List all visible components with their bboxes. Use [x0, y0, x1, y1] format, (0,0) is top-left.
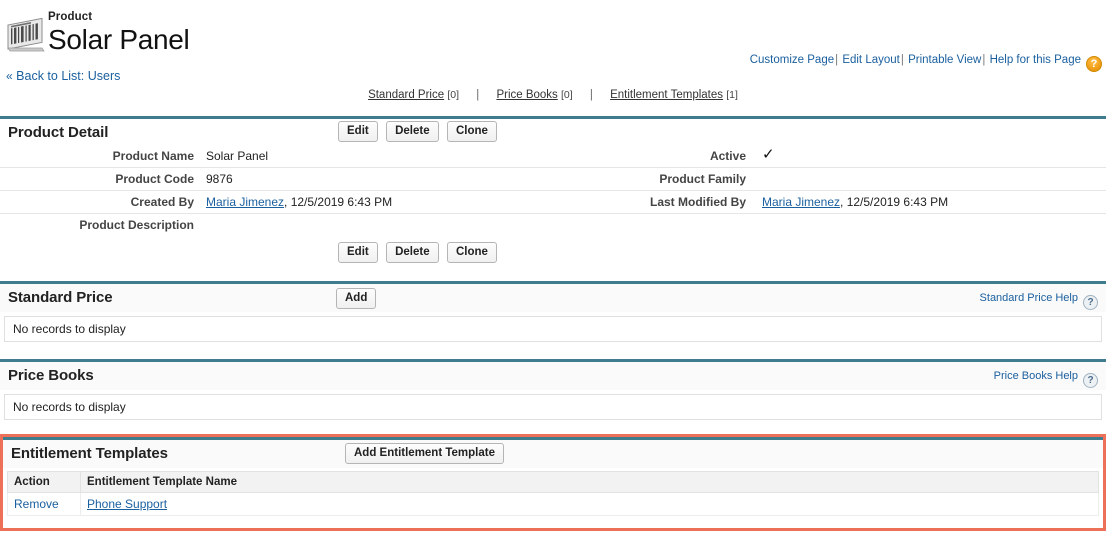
product-detail-title: Product Detail — [8, 124, 109, 141]
price-books-header: Price Books Price Books Help? — [0, 362, 1106, 390]
link-separator-1: | — [835, 54, 839, 66]
barcode-product-icon — [7, 18, 45, 52]
link-separator-2: | — [900, 54, 904, 66]
product-code-value: 9876 — [206, 172, 233, 186]
back-to-list[interactable]: « Back to List: Users — [6, 69, 120, 83]
price-books-help-icon[interactable]: ? — [1083, 373, 1098, 388]
chevron-left-icon: « — [6, 69, 13, 83]
price-books-help: Price Books Help? — [994, 370, 1098, 388]
entitlement-template-name-link[interactable]: Phone Support — [87, 497, 167, 511]
detail-row-product-description: Product Description — [0, 214, 1106, 236]
price-books-list-body: No records to display — [4, 394, 1102, 420]
product-detail-toolbar-bottom: Edit Delete Clone — [0, 236, 1106, 271]
nav-entitlement-templates-count: [1] — [726, 89, 738, 101]
nav-price-books[interactable]: Price Books — [496, 89, 557, 101]
entitlement-templates-highlight: Entitlement Templates Add Entitlement Te… — [0, 434, 1106, 531]
column-header-action: Action — [7, 471, 81, 493]
standard-price-list-body: No records to display — [4, 316, 1102, 342]
active-label: Active — [709, 149, 746, 163]
nav-standard-price-count: [0] — [447, 89, 460, 101]
last-modified-by-label: Last Modified By — [649, 195, 746, 209]
created-by-label: Created By — [130, 195, 194, 209]
detail-row-product-name: Product Name Solar Panel Active ✓ — [0, 145, 1106, 168]
standard-price-section: Standard Price Add Standard Price Help? … — [0, 281, 1106, 348]
object-type-label: Product — [48, 11, 93, 23]
price-books-title: Price Books — [8, 367, 94, 384]
last-modified-by-user-link[interactable]: Maria Jimenez — [762, 195, 840, 209]
product-name-label: Product Name — [112, 149, 194, 163]
price-books-help-link[interactable]: Price Books Help — [994, 370, 1078, 382]
entitlement-templates-header: Entitlement Templates Add Entitlement Te… — [3, 440, 1103, 468]
created-by-value: Maria Jimenez, 12/5/2019 6:43 PM — [206, 195, 392, 209]
nav-separator-1: | — [476, 89, 480, 101]
standard-price-help-icon[interactable]: ? — [1083, 295, 1098, 310]
price-books-section: Price Books Price Books Help? No records… — [0, 359, 1106, 426]
created-by-user-link[interactable]: Maria Jimenez — [206, 195, 284, 209]
customize-page-link[interactable]: Customize Page — [750, 54, 834, 66]
last-modified-by-timestamp: , 12/5/2019 6:43 PM — [840, 195, 949, 209]
edit-button-bottom[interactable]: Edit — [338, 242, 378, 263]
price-books-empty-message: No records to display — [13, 400, 126, 414]
detail-row-created-by: Created By Maria Jimenez, 12/5/2019 6:43… — [0, 191, 1106, 214]
product-detail-section: Product Detail Edit Delete Clone Product… — [0, 116, 1106, 271]
back-to-list-link[interactable]: Back to List: Users — [16, 69, 120, 83]
page-actions-links: Customize Page| Edit Layout| Printable V… — [750, 52, 1102, 72]
entitlement-templates-toolbar: Add Entitlement Template — [345, 443, 509, 464]
standard-price-header: Standard Price Add Standard Price Help? — [0, 284, 1106, 312]
help-for-this-page-link[interactable]: Help for this Page — [990, 54, 1081, 66]
row-action-cell: Remove — [7, 492, 81, 516]
product-name-value: Solar Panel — [206, 149, 269, 163]
nav-standard-price[interactable]: Standard Price — [368, 89, 444, 101]
detail-row-product-code: Product Code 9876 Product Family — [0, 168, 1106, 191]
product-detail-page: Product Solar Panel Customize Page| Edit… — [0, 0, 1106, 534]
delete-button-top[interactable]: Delete — [386, 121, 439, 142]
standard-price-help: Standard Price Help? — [980, 292, 1098, 310]
related-list-nav: Standard Price [0] | Price Books [0] | E… — [0, 89, 1106, 101]
clone-button-top[interactable]: Clone — [446, 121, 497, 142]
active-checkmark-icon: ✓ — [762, 146, 775, 163]
product-detail-header: Product Detail Edit Delete Clone — [0, 119, 1106, 145]
product-detail-toolbar-top: Edit Delete Clone — [338, 121, 502, 142]
standard-price-title: Standard Price — [8, 289, 113, 306]
nav-price-books-count: [0] — [561, 89, 573, 101]
product-detail-fields: Product Name Solar Panel Active ✓ Produc… — [0, 145, 1106, 271]
created-by-timestamp: , 12/5/2019 6:43 PM — [284, 195, 393, 209]
product-family-label: Product Family — [659, 172, 746, 186]
clone-button-bottom[interactable]: Clone — [446, 242, 497, 263]
last-modified-by-value: Maria Jimenez, 12/5/2019 6:43 PM — [762, 195, 948, 209]
edit-button-top[interactable]: Edit — [338, 121, 378, 142]
page-header: Product Solar Panel Customize Page| Edit… — [0, 0, 1106, 72]
printable-view-link[interactable]: Printable View — [908, 54, 981, 66]
standard-price-help-link[interactable]: Standard Price Help — [980, 292, 1078, 304]
product-description-label: Product Description — [79, 218, 194, 232]
entitlement-templates-table: Action Entitlement Template Name Remove … — [7, 471, 1099, 516]
page-title-group: Product Solar Panel — [48, 10, 190, 56]
table-row: Remove Phone Support — [7, 492, 1099, 516]
row-name-cell: Phone Support — [80, 492, 1099, 516]
help-circle-icon[interactable]: ? — [1086, 56, 1102, 72]
edit-layout-link[interactable]: Edit Layout — [842, 54, 900, 66]
column-header-entitlement-template-name: Entitlement Template Name — [80, 471, 1099, 493]
nav-separator-2: | — [589, 89, 593, 101]
standard-price-empty-message: No records to display — [13, 322, 126, 336]
product-code-label: Product Code — [115, 172, 194, 186]
remove-link[interactable]: Remove — [14, 497, 59, 511]
delete-button-bottom[interactable]: Delete — [386, 242, 439, 263]
nav-entitlement-templates[interactable]: Entitlement Templates — [610, 89, 723, 101]
link-separator-3: | — [982, 54, 986, 66]
standard-price-toolbar: Add — [336, 288, 381, 309]
add-entitlement-template-button[interactable]: Add Entitlement Template — [345, 443, 504, 464]
table-header-row: Action Entitlement Template Name — [7, 471, 1099, 493]
add-standard-price-button[interactable]: Add — [336, 288, 377, 309]
page-title: Solar Panel — [48, 24, 190, 55]
entitlement-templates-title: Entitlement Templates — [11, 445, 168, 462]
